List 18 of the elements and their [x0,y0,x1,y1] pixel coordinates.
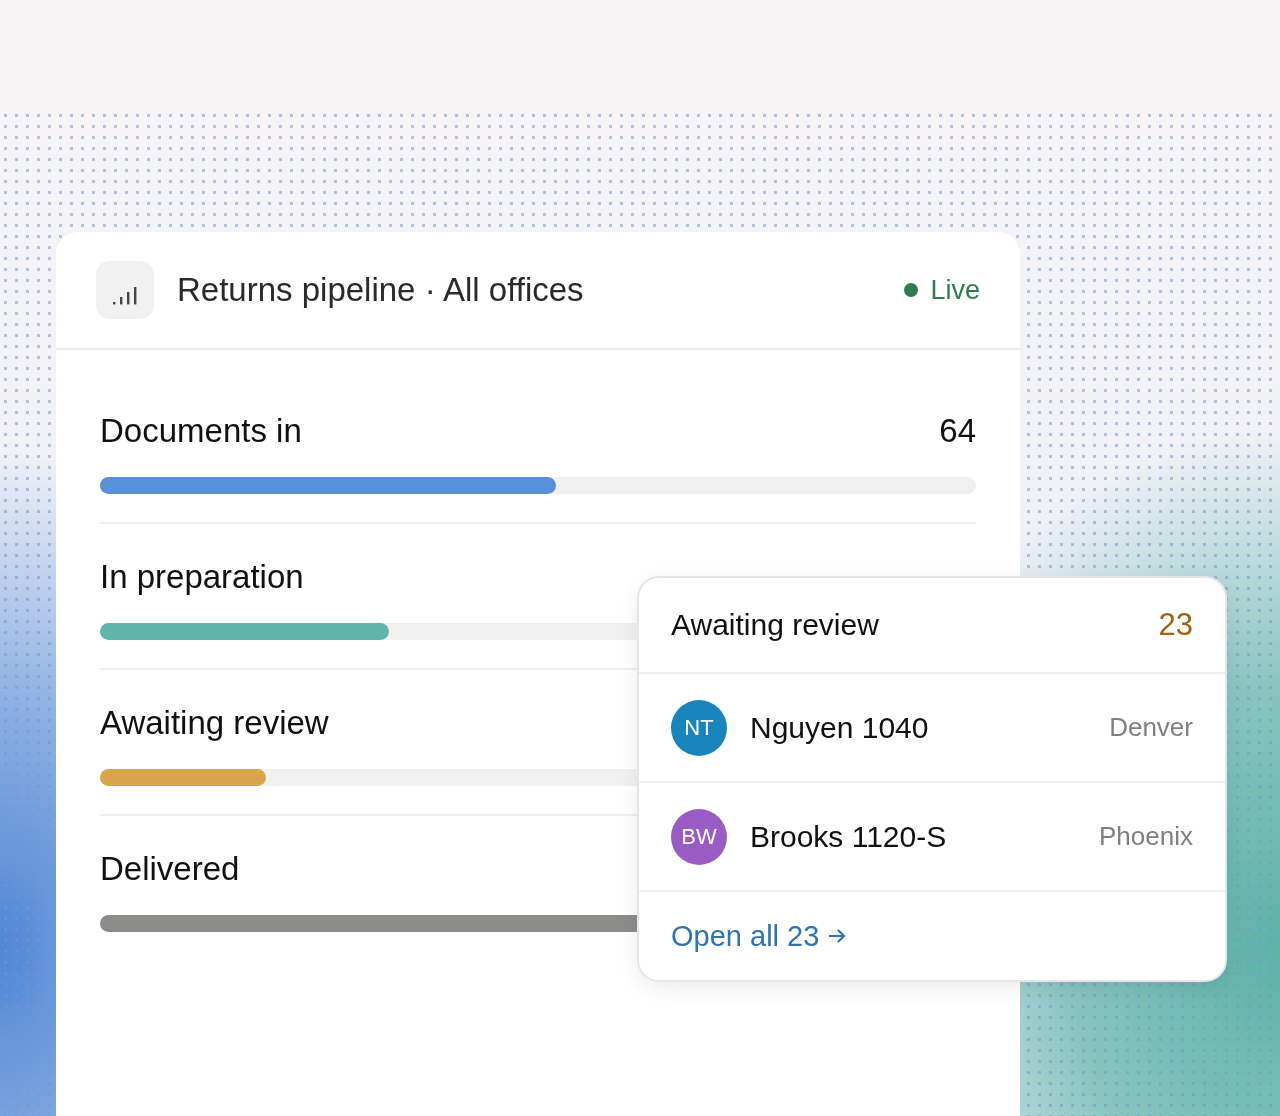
avatar: BW [671,808,727,865]
office-name: Denver [1109,712,1193,743]
arrow-icon [827,927,848,945]
stage-count: 64 [939,412,976,450]
office-name: Phoenix [1099,821,1193,852]
avatar: NT [671,699,727,756]
status-label: Live [930,274,980,306]
stage-name: In preparation [100,558,304,596]
chart-icon [96,261,154,319]
stage-name: Documents in [100,412,302,450]
return-name[interactable]: Nguyen 1040 [750,710,929,745]
stage-name: Awaiting review [100,704,329,742]
stage-name: Delivered [100,850,240,888]
popover-count: 23 [1158,607,1193,643]
card-title: Returns pipeline · All offices [177,271,584,309]
return-name[interactable]: Brooks 1120-S [750,819,947,854]
popover-title: Awaiting review [671,608,879,642]
open-all-link[interactable]: Open all 23 [671,919,848,953]
